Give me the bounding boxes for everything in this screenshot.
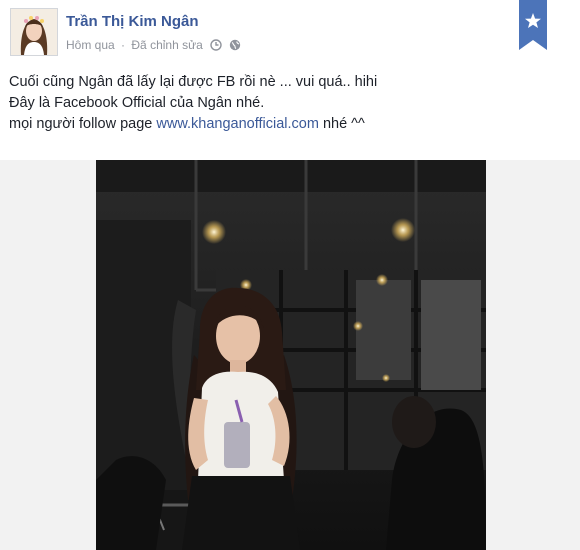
post-line: Đây là Facebook Official của Ngân nhé. [9,95,265,111]
post-line-prefix: mọi người follow page [9,116,157,132]
clock-icon [210,39,222,51]
avatar[interactable] [10,8,58,56]
avatar-image [11,9,57,55]
meta-separator: · [121,37,126,52]
globe-icon[interactable] [229,39,241,51]
post-photo-image [96,160,486,550]
author-name[interactable]: Trần Thị Kim Ngân [66,13,199,30]
star-bookmark-icon[interactable] [519,0,547,50]
post-line: Cuối cũng Ngân đã lấy lại được FB rồi nè… [9,74,378,90]
post-timestamp[interactable]: Hôm qua [66,38,115,52]
post-line: mọi người follow page www.khanganofficia… [9,114,569,135]
post-line-suffix: nhé ^^ [318,116,365,132]
post-card: Trần Thị Kim Ngân Hôm qua · Đã chỉnh sửa… [0,0,580,550]
post-meta: Hôm qua · Đã chỉnh sửa [66,37,241,52]
edited-label[interactable]: Đã chỉnh sửa [131,38,202,52]
post-photo[interactable] [96,160,486,550]
official-page-link[interactable]: www.khanganofficial.com [156,116,319,132]
post-message: Cuối cũng Ngân đã lấy lại được FB rồi nè… [9,72,569,135]
